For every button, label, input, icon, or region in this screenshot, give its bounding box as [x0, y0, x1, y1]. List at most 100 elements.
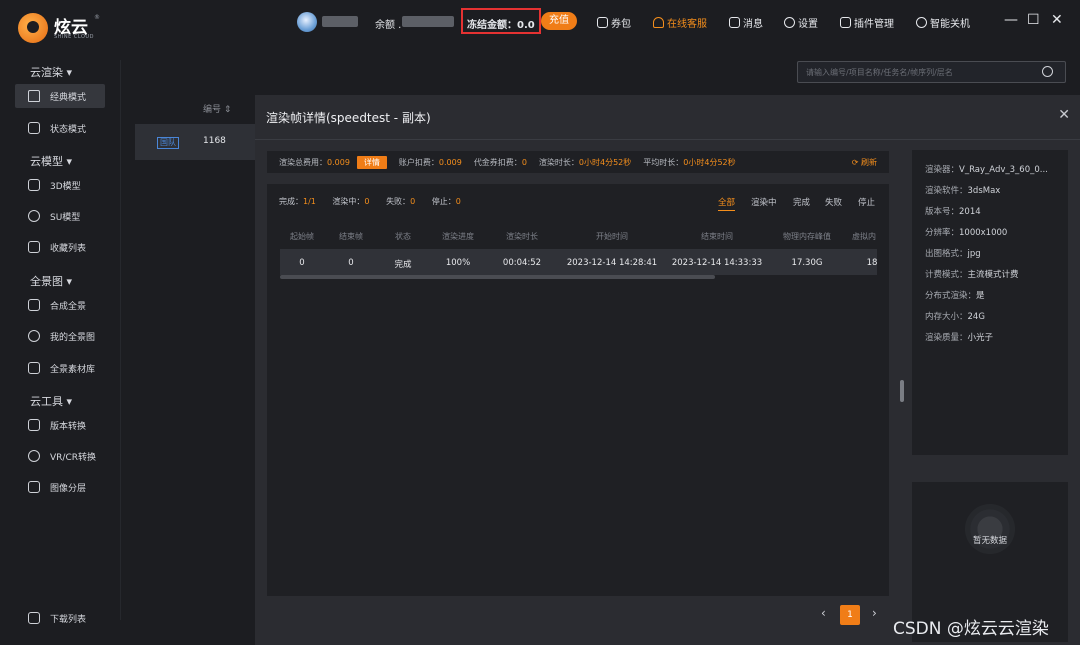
- dialog-divider: [255, 139, 1080, 140]
- su-icon: [28, 210, 40, 222]
- sidebar-item-my-panorama[interactable]: 我的全景图: [15, 324, 105, 348]
- column-header: 物理内存峰值: [783, 232, 831, 241]
- column-header: 结束时间: [701, 232, 733, 241]
- column-header: 状态: [395, 232, 411, 241]
- pager-prev-button[interactable]: ‹: [821, 606, 826, 620]
- settings-label: 设置: [798, 19, 818, 30]
- coupon-menu[interactable]: 券包: [597, 15, 631, 30]
- sidebar-item-compose-panorama[interactable]: 合成全景: [15, 293, 105, 317]
- row-tag: 国队: [157, 137, 179, 149]
- house-icon: [28, 90, 40, 102]
- info-renderer: 渲染器：V_Ray_Adv_3_60_0...: [925, 165, 1048, 175]
- pager-next-button[interactable]: ›: [872, 606, 877, 620]
- download-icon: [28, 612, 40, 624]
- smart-shutdown-menu[interactable]: 智能关机: [916, 15, 970, 30]
- cell-start-time: 2023-12-14 14:28:41: [566, 258, 658, 268]
- sidebar-item-label: 下载列表: [50, 614, 87, 625]
- info-resolution: 分辨率：1000x1000: [925, 228, 1008, 238]
- info-memory: 内存大小：24G: [925, 312, 985, 322]
- sidebar-item-version-convert[interactable]: 版本转换: [15, 413, 105, 437]
- online-service-menu[interactable]: 在线客服: [653, 15, 707, 30]
- vertical-scrollbar[interactable]: [900, 380, 904, 402]
- info-billing-mode: 计费模式：主流模式计费: [925, 270, 1019, 280]
- cell-status: 完成: [394, 260, 412, 270]
- frame-counts: 完成：1/1 渲染中：0 失败：0 停止：0: [279, 197, 461, 206]
- planet-icon: [28, 330, 40, 342]
- info-version: 版本号：2014: [925, 207, 981, 217]
- top-bar: 余额 . 冻结金额：0.0 充值 券包 在线客服 消息 设置 插件管理 智能关机…: [120, 0, 1080, 45]
- recharge-button[interactable]: 充值: [541, 12, 577, 30]
- power-icon: [916, 17, 927, 28]
- dialog-close-button[interactable]: ✕: [1058, 107, 1070, 123]
- rendering-count: 0: [364, 197, 370, 206]
- voucher-deduction: 代金券扣费：0: [473, 157, 527, 167]
- column-header: 渲染时长: [506, 232, 538, 241]
- cell-peak-memory: 17.30G: [791, 258, 823, 268]
- column-header: 起始帧: [290, 232, 314, 241]
- gear-icon: [784, 17, 795, 28]
- refresh-button[interactable]: ⟳ 刷新: [852, 157, 877, 168]
- nav-group-cloud-tools[interactable]: 云工具 ▾: [30, 393, 72, 409]
- nav-group-cloud-render[interactable]: 云渲染 ▾: [30, 64, 72, 80]
- sidebar-item-favorites[interactable]: 收藏列表: [15, 235, 105, 259]
- headset-icon: [653, 17, 664, 28]
- sidebar-item-su-model[interactable]: SU模型: [15, 204, 105, 228]
- sidebar-item-label: 合成全景: [50, 301, 87, 312]
- sidebar-item-panorama-library[interactable]: 全景素材库: [15, 356, 105, 380]
- sidebar-item-label: 我的全景图: [50, 332, 96, 343]
- sidebar-item-3d-model[interactable]: 3D模型: [15, 173, 105, 197]
- filter-tab-done[interactable]: 完成: [793, 196, 810, 208]
- column-header-number[interactable]: 编号 ⇕: [203, 102, 231, 115]
- messages-menu[interactable]: 消息: [729, 15, 763, 30]
- filter-tab-stopped[interactable]: 停止: [858, 196, 875, 208]
- sidebar-item-image-layers[interactable]: 图像分层: [15, 475, 105, 499]
- sidebar-item-label: 经典模式: [50, 92, 87, 103]
- sidebar-item-status-mode[interactable]: 状态模式: [15, 116, 105, 140]
- table-row[interactable]: [135, 124, 255, 160]
- filter-tab-all[interactable]: 全部: [718, 196, 736, 211]
- info-distributed: 分布式渲染：是: [925, 291, 985, 301]
- filter-tab-rendering[interactable]: 渲染中: [751, 196, 777, 208]
- nav-group-cloud-model[interactable]: 云模型 ▾: [30, 153, 72, 169]
- average-duration: 平均时长：0小时4分52秒: [643, 157, 736, 167]
- sidebar-item-vr-cr-convert[interactable]: VR/CR转换: [15, 444, 105, 468]
- sidebar-item-label: SU模型: [50, 212, 81, 223]
- smart-shutdown-label: 智能关机: [930, 19, 970, 30]
- mail-icon: [729, 17, 740, 28]
- cell-start-frame: 0: [299, 258, 305, 268]
- empty-logo-icon: [965, 504, 1015, 554]
- sidebar-item-download-list[interactable]: 下载列表: [15, 606, 105, 630]
- username-redacted: [322, 16, 358, 27]
- stopped-count: 0: [455, 197, 461, 206]
- panorama-icon: [28, 299, 40, 311]
- failed-count: 0: [410, 197, 416, 206]
- dialog-title: 渲染帧详情(speedtest - 副本): [266, 111, 431, 125]
- account-deduction: 账户扣费：0.009: [398, 157, 462, 167]
- cell-progress: 100%: [445, 258, 471, 268]
- info-software: 渲染软件：3dsMax: [925, 186, 1001, 196]
- info-quality: 渲染质量：小光子: [925, 333, 994, 343]
- column-header: 虚拟内: [852, 232, 876, 241]
- pager-current-page[interactable]: 1: [840, 605, 860, 625]
- filter-tab-failed[interactable]: 失败: [825, 196, 842, 208]
- maximize-button[interactable]: ☐: [1027, 12, 1040, 28]
- render-duration: 渲染时长：0小时4分52秒: [538, 157, 632, 167]
- search-icon[interactable]: [1042, 66, 1053, 77]
- nav-group-panorama[interactable]: 全景图 ▾: [30, 273, 72, 289]
- frame-list-panel: 完成：1/1 渲染中：0 失败：0 停止：0 全部 渲染中 完成 失败 停止 起…: [267, 184, 889, 596]
- watermark: CSDN @炫云云渲染: [893, 619, 1049, 639]
- cost-detail-button[interactable]: 详情: [356, 155, 387, 169]
- settings-menu[interactable]: 设置: [784, 15, 818, 30]
- close-window-button[interactable]: ✕: [1051, 12, 1063, 28]
- vr-icon: [28, 450, 40, 462]
- sidebar-item-classic-mode[interactable]: 经典模式: [15, 84, 105, 108]
- search-placeholder: 请输入编号/项目名称/任务名/帧序列/层名: [806, 68, 953, 77]
- plugin-manager-label: 插件管理: [854, 19, 894, 30]
- horizontal-scrollbar[interactable]: [280, 275, 715, 279]
- plugin-manager-menu[interactable]: 插件管理: [840, 15, 894, 30]
- logo-icon: [18, 13, 48, 43]
- cell-duration: 00:04:52: [502, 258, 542, 268]
- minimize-button[interactable]: —: [1004, 12, 1018, 28]
- avatar[interactable]: [297, 12, 317, 32]
- search-input[interactable]: 请输入编号/项目名称/任务名/帧序列/层名: [797, 61, 1066, 83]
